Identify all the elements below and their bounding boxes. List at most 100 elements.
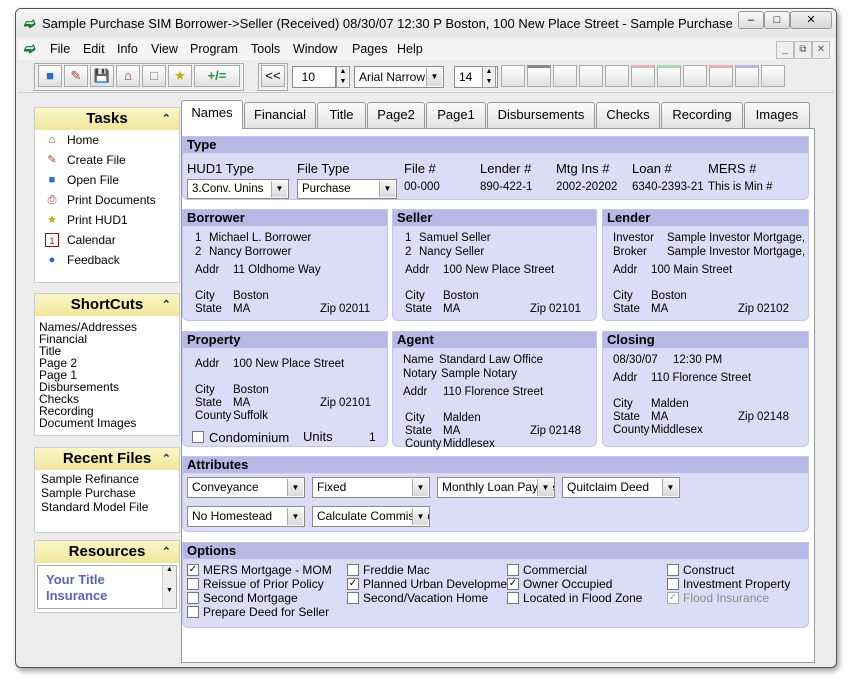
deed-type-select[interactable]: Quitclaim Deed ▼ xyxy=(562,477,680,498)
resource-line2[interactable]: Insurance xyxy=(46,588,107,603)
option-checkbox[interactable]: ✓ xyxy=(507,578,519,590)
borrower-name-2[interactable]: Nancy Borrower xyxy=(209,246,291,258)
file-number-value[interactable]: 00-000 xyxy=(404,181,440,193)
tab-checks[interactable]: Checks xyxy=(596,102,660,128)
property-address[interactable]: 100 New Place Street xyxy=(233,358,344,370)
borrower-zip[interactable]: 02011 xyxy=(339,303,370,315)
collapse-icon[interactable]: ⌃ xyxy=(162,448,171,470)
seller-address[interactable]: 100 New Place Street xyxy=(443,264,554,276)
agent-address[interactable]: 110 Florence Street xyxy=(443,386,543,398)
condominium-checkbox[interactable] xyxy=(192,431,204,443)
tab-title[interactable]: Title xyxy=(317,102,366,128)
seller-zip[interactable]: 02101 xyxy=(549,303,581,315)
agent-name[interactable]: Standard Law Office xyxy=(439,354,543,366)
menu-tools[interactable]: Tools xyxy=(251,42,280,56)
option-checkbox[interactable] xyxy=(187,578,199,590)
fill-green-icon[interactable] xyxy=(657,65,681,87)
option-checkbox[interactable] xyxy=(187,606,199,618)
closing-city[interactable]: Malden xyxy=(651,398,689,410)
tab-disbursements[interactable]: Disbursements xyxy=(487,102,595,128)
option-checkbox[interactable] xyxy=(667,564,679,576)
menu-edit[interactable]: Edit xyxy=(83,42,105,56)
menu-pages[interactable]: Pages xyxy=(352,42,387,56)
units-value[interactable]: 1 xyxy=(369,430,376,444)
option-checkbox[interactable] xyxy=(347,564,359,576)
hud1-type-select[interactable]: 3.Conv. Unins ▼ xyxy=(187,179,289,199)
resources-header[interactable]: Resources ⌃ xyxy=(35,541,179,563)
seller-name-2[interactable]: Nancy Seller xyxy=(419,246,484,258)
option-checkbox[interactable] xyxy=(667,578,679,590)
rate-type-select[interactable]: Fixed ▼ xyxy=(312,477,430,498)
lender-state[interactable]: MA xyxy=(651,303,668,315)
borrower-address[interactable]: 11 Oldhome Way xyxy=(233,264,321,276)
mdi-minimize-button[interactable]: _ xyxy=(776,41,794,59)
border-right-icon[interactable] xyxy=(579,65,603,87)
page-number-spinner[interactable]: ▲ ▼ xyxy=(336,66,350,88)
collapse-icon[interactable]: ⌃ xyxy=(162,294,171,316)
border-left-icon[interactable] xyxy=(553,65,577,87)
lender-zip[interactable]: 02102 xyxy=(757,303,789,315)
menu-info[interactable]: Info xyxy=(117,42,138,56)
closing-zip[interactable]: 02148 xyxy=(757,411,789,423)
border-none-icon[interactable] xyxy=(501,65,525,87)
closing-time[interactable]: 12:30 PM xyxy=(673,354,722,366)
option-checkbox[interactable]: ✓ xyxy=(347,578,359,590)
create-file-icon[interactable]: ✎ xyxy=(64,65,88,87)
closing-county[interactable]: Middlesex xyxy=(651,424,703,436)
agent-city[interactable]: Malden xyxy=(443,412,481,424)
home-icon[interactable]: ⌂ xyxy=(116,65,140,87)
maximize-button[interactable]: □ xyxy=(764,11,790,29)
closing-date[interactable]: 08/30/07 xyxy=(613,354,658,366)
lender-investor[interactable]: Sample Investor Mortgage, I xyxy=(667,232,807,244)
fill-white-icon[interactable] xyxy=(683,65,707,87)
fill-blue-icon[interactable] xyxy=(735,65,759,87)
close-button[interactable]: ✕ xyxy=(790,11,832,29)
agent-state[interactable]: MA xyxy=(443,425,460,437)
mtg-ins-value[interactable]: 2002-20202 xyxy=(556,181,617,193)
tasks-header[interactable]: Tasks ⌃ xyxy=(35,108,179,130)
lender-number-value[interactable]: 890-422-1 xyxy=(480,181,532,193)
font-name-select[interactable]: Arial Narrow ▼ xyxy=(354,66,444,88)
collapse-icon[interactable]: ⌃ xyxy=(162,108,171,130)
file-type-select[interactable]: Purchase ▼ xyxy=(297,179,397,199)
seller-state[interactable]: MA xyxy=(443,303,460,315)
resources-scrollbar[interactable]: ▲ ▼ xyxy=(162,566,176,608)
task-calendar[interactable]: 1 Calendar xyxy=(35,230,179,250)
fill-clear-icon[interactable] xyxy=(761,65,785,87)
task-print-documents[interactable]: ⎙ Print Documents xyxy=(35,190,179,210)
save-icon[interactable]: 💾 xyxy=(90,65,114,87)
option-checkbox[interactable] xyxy=(187,592,199,604)
loan-number-value[interactable]: 6340-2393-21 xyxy=(632,181,704,193)
recent-file-item[interactable]: Standard Model File xyxy=(35,500,179,514)
tab-recording[interactable]: Recording xyxy=(661,102,743,128)
task-create-file[interactable]: ✎ Create File xyxy=(35,150,179,170)
agent-notary[interactable]: Sample Notary xyxy=(441,368,517,380)
lender-broker[interactable]: Sample Investor Mortgage, I xyxy=(667,246,807,258)
recent-file-item[interactable]: Sample Refinance xyxy=(35,472,179,486)
borrower-name-1[interactable]: Michael L. Borrower xyxy=(209,232,311,244)
fill-pink-icon[interactable] xyxy=(709,65,733,87)
border-top-icon[interactable] xyxy=(527,65,551,87)
commission-select[interactable]: Calculate Commissio ▼ xyxy=(312,506,430,527)
menu-help[interactable]: Help xyxy=(397,42,423,56)
task-print-hud1[interactable]: ★ Print HUD1 xyxy=(35,210,179,230)
agent-county[interactable]: Middlesex xyxy=(443,438,495,450)
shortcut-document-images[interactable]: Document Images xyxy=(35,417,179,429)
conveyance-select[interactable]: Conveyance ▼ xyxy=(187,477,305,498)
mdi-close-button[interactable]: ✕ xyxy=(812,41,830,59)
open-file-icon[interactable]: ■ xyxy=(38,65,62,87)
task-home[interactable]: ⌂ Home xyxy=(35,130,179,150)
document-icon[interactable]: □ xyxy=(142,65,166,87)
font-size-spinner[interactable]: ▲ ▼ xyxy=(482,66,496,88)
payment-select[interactable]: Monthly Loan Payme ▼ xyxy=(437,477,555,498)
seller-city[interactable]: Boston xyxy=(443,290,479,302)
seller-name-1[interactable]: Samuel Seller xyxy=(419,232,491,244)
borrower-city[interactable]: Boston xyxy=(233,290,269,302)
recent-file-item[interactable]: Sample Purchase xyxy=(35,486,179,500)
mers-number-value[interactable]: This is Min # xyxy=(708,181,773,193)
shortcuts-header[interactable]: ShortCuts ⌃ xyxy=(35,294,179,316)
collapse-icon[interactable]: ⌃ xyxy=(162,541,171,563)
closing-address[interactable]: 110 Florence Street xyxy=(651,372,751,384)
homestead-select[interactable]: No Homestead ▼ xyxy=(187,506,305,527)
task-feedback[interactable]: ● Feedback xyxy=(35,250,179,270)
